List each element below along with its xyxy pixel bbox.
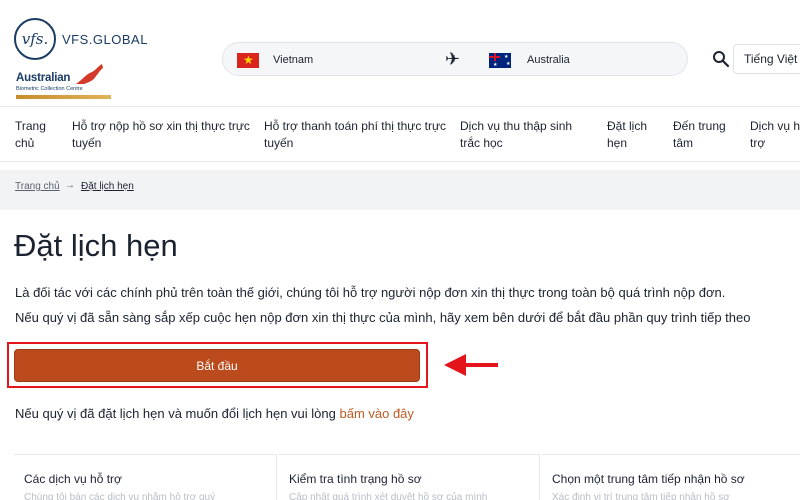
nav-item-support-services[interactable]: Dịch vụ hỗ trợ: [750, 118, 800, 152]
arrow-left-icon: [444, 354, 498, 376]
service-cards: Các dịch vụ hỗ trợ Chúng tôi bán các dịc…: [14, 454, 800, 500]
nav-item-online-payment[interactable]: Hỗ trợ thanh toán phí thị thực trực tuyế…: [264, 118, 454, 152]
route-to-country: Australia: [527, 54, 570, 66]
breadcrumb-home[interactable]: Trang chủ: [15, 181, 60, 192]
card-description: Chúng tôi bán các dịch vụ nhằm hỗ trợ qu…: [24, 492, 216, 500]
nav-item-home[interactable]: Trang chủ: [15, 118, 55, 152]
breadcrumb-current[interactable]: Đặt lịch hẹn: [81, 181, 134, 192]
card-title: Chọn một trung tâm tiếp nhận hồ sơ: [552, 472, 745, 486]
vfs-logo-icon[interactable]: vfs.: [14, 18, 56, 60]
abcc-subtitle: Biometric Collection Centre: [16, 86, 83, 92]
intro-text-2: Nếu quý vị đã sẵn sàng sắp xếp cuộc hẹn …: [15, 310, 751, 325]
site-header: vfs. VFS.GLOBAL Australian Biometric Col…: [0, 0, 800, 106]
card-support-services[interactable]: Các dịch vụ hỗ trợ Chúng tôi bán các dịc…: [14, 454, 276, 500]
vfs-logo-mark: vfs.: [21, 30, 49, 48]
language-label: Tiếng Việt: [744, 52, 798, 66]
card-divider: [539, 454, 540, 500]
breadcrumb: Trang chủ → Đặt lịch hẹn: [0, 170, 800, 210]
kangaroo-icon: [76, 64, 103, 84]
reschedule-link[interactable]: bấm vào đây: [339, 406, 413, 421]
route-selector[interactable]: ★ Vietnam ✈ ★ ★ ★ Australia: [222, 42, 688, 76]
breadcrumb-arrow-icon: →: [65, 180, 75, 191]
vfs-logo-text[interactable]: VFS.GLOBAL: [62, 32, 148, 47]
abcc-title: Australian: [16, 72, 71, 84]
card-track-application[interactable]: Kiểm tra tình trạng hồ sơ Cập nhật quá t…: [279, 454, 539, 500]
page-title: Đặt lịch hẹn: [14, 228, 178, 263]
card-description: Xác định vị trí trung tâm tiếp nhận hồ s…: [552, 492, 730, 500]
nav-item-book-appointment[interactable]: Đặt lịch hẹn: [607, 118, 657, 152]
card-title: Các dịch vụ hỗ trợ: [24, 472, 122, 486]
card-choose-centre[interactable]: Chọn một trung tâm tiếp nhận hồ sơ Xác đ…: [542, 454, 800, 500]
intro-text-1: Là đối tác với các chính phủ trên toàn t…: [15, 285, 726, 300]
card-title: Kiểm tra tình trạng hồ sơ: [289, 472, 422, 486]
reschedule-text: Nếu quý vị đã đặt lịch hẹn và muốn đổi l…: [15, 406, 414, 421]
plane-icon: ✈: [445, 49, 461, 69]
abcc-logo: Australian Biometric Collection Centre: [16, 62, 116, 102]
australia-flag-icon: ★ ★ ★: [489, 53, 511, 68]
card-divider: [276, 454, 277, 500]
nav-item-visit-centre[interactable]: Đến trung tâm: [673, 118, 743, 152]
route-from-country: Vietnam: [273, 54, 314, 66]
card-description: Cập nhật quá trình xét duyệt hồ sơ của m…: [289, 492, 488, 500]
start-button[interactable]: Bắt đầu: [14, 349, 420, 382]
search-icon[interactable]: [712, 50, 730, 68]
vietnam-flag-icon: ★: [237, 53, 259, 68]
nav-item-biometrics[interactable]: Dịch vụ thu thập sinh trắc học: [460, 118, 585, 152]
language-selector[interactable]: Tiếng Việt: [733, 44, 800, 74]
reschedule-text-label: Nếu quý vị đã đặt lịch hẹn và muốn đổi l…: [15, 406, 340, 421]
abcc-underline: [16, 95, 111, 99]
nav-item-online-application[interactable]: Hỗ trợ nộp hồ sơ xin thị thực trực tuyến: [72, 118, 257, 152]
main-nav: Trang chủ Hỗ trợ nộp hồ sơ xin thị thực …: [0, 106, 800, 162]
